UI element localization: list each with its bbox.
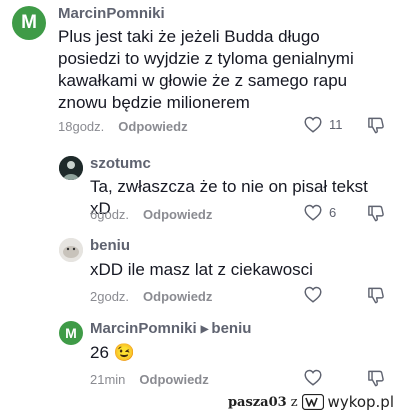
comment-username[interactable]: beniu bbox=[90, 237, 130, 254]
like-count: 6 bbox=[329, 204, 337, 220]
reply-button[interactable]: Odpowiedz bbox=[143, 289, 212, 304]
like-count: 11 bbox=[329, 116, 343, 132]
watermark-user: pasza03 bbox=[227, 394, 287, 410]
watermark-site: wykop.pl bbox=[327, 393, 394, 411]
heart-outline-icon[interactable] bbox=[303, 115, 323, 133]
comment-text: 26 😉 bbox=[90, 343, 135, 362]
reply-button[interactable]: Odpowiedz bbox=[139, 372, 208, 387]
thumbs-down-outline-icon[interactable] bbox=[366, 369, 386, 388]
dislike-button[interactable] bbox=[366, 369, 386, 393]
heart-outline-icon[interactable] bbox=[303, 368, 323, 386]
like-button[interactable] bbox=[303, 285, 329, 303]
comment-meta: 2godz. Odpowiedz bbox=[90, 289, 212, 304]
reply-arrow-icon: ▶ bbox=[200, 324, 209, 335]
heart-outline-icon[interactable] bbox=[303, 203, 323, 221]
avatar[interactable] bbox=[59, 238, 83, 262]
comment-time: 6godz. bbox=[90, 207, 130, 222]
comment-time: 18godz. bbox=[58, 119, 105, 134]
avatar[interactable]: M bbox=[12, 6, 46, 40]
comment-item: beniu xDD ile masz lat z ciekawosci 2god… bbox=[0, 232, 400, 307]
comment-text: xDD ile masz lat z ciekawosci bbox=[90, 260, 313, 279]
like-button[interactable] bbox=[303, 368, 329, 386]
thumbs-down-outline-icon[interactable] bbox=[366, 286, 386, 305]
avatar-letter: M bbox=[21, 12, 37, 33]
comment-meta: 6godz. Odpowiedz bbox=[90, 207, 212, 222]
dislike-button[interactable] bbox=[366, 286, 386, 310]
comment-text: Plus jest taki że jeżeli Budda długo pos… bbox=[58, 27, 354, 112]
reply-button[interactable]: Odpowiedz bbox=[143, 207, 212, 222]
heart-outline-icon[interactable] bbox=[303, 285, 323, 303]
reply-target-username[interactable]: beniu bbox=[211, 320, 251, 337]
comment-username[interactable]: szotumc bbox=[90, 155, 151, 172]
comment-time: 21min bbox=[90, 372, 126, 387]
avatar[interactable] bbox=[59, 156, 83, 180]
avatar-image bbox=[59, 238, 83, 262]
avatar-image bbox=[59, 156, 83, 180]
comment-item: szotumc Ta, zwłaszcza że to nie on pisał… bbox=[0, 150, 400, 225]
watermark: pasza03 z wykop.pl bbox=[228, 393, 394, 411]
comment-meta: 21min Odpowiedz bbox=[90, 372, 209, 387]
comment-time: 2godz. bbox=[90, 289, 130, 304]
comment-username[interactable]: MarcinPomniki ▶ beniu bbox=[90, 320, 251, 337]
dislike-button[interactable] bbox=[366, 204, 386, 228]
wykop-logo-icon bbox=[301, 394, 324, 410]
avatar[interactable]: M bbox=[59, 321, 83, 345]
reply-button[interactable]: Odpowiedz bbox=[118, 119, 187, 134]
like-button[interactable]: 6 bbox=[303, 203, 336, 221]
comment-username-text[interactable]: MarcinPomniki bbox=[90, 320, 197, 337]
comment-username[interactable]: MarcinPomniki bbox=[58, 5, 165, 22]
comment-item: M MarcinPomniki Plus jest taki że jeżeli… bbox=[0, 0, 400, 145]
thumbs-down-outline-icon[interactable] bbox=[366, 116, 386, 135]
comment-item: M MarcinPomniki ▶ beniu 26 😉 21min Odpowied… bbox=[0, 315, 400, 390]
comment-meta: 18godz. Odpowiedz bbox=[58, 119, 188, 134]
dislike-button[interactable] bbox=[366, 116, 386, 140]
avatar-letter: M bbox=[65, 325, 77, 341]
thumbs-down-outline-icon[interactable] bbox=[366, 204, 386, 223]
like-button[interactable]: 11 bbox=[303, 115, 343, 133]
watermark-connector: z bbox=[290, 394, 298, 410]
